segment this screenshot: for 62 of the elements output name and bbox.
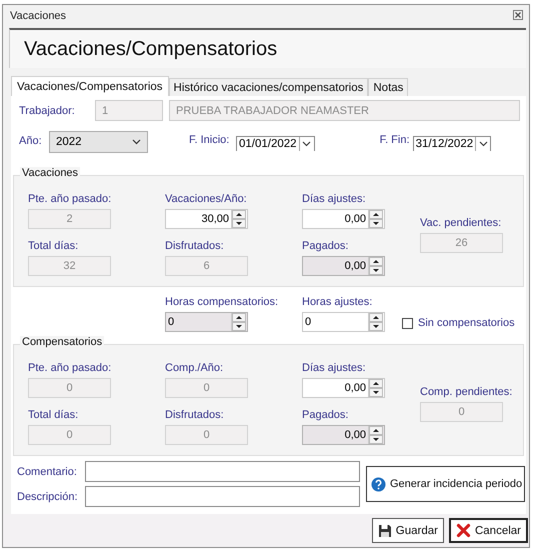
chevron-icon xyxy=(475,137,490,151)
input-field: 1 xyxy=(95,100,163,121)
field-label: F. Inicio: xyxy=(189,134,230,146)
input-field: 0 xyxy=(165,425,248,445)
field-label: Año: xyxy=(18,135,43,147)
input-field: 0 xyxy=(28,425,111,445)
group-title: Vacaciones xyxy=(20,167,80,179)
cross-icon xyxy=(456,523,471,538)
spinner-control[interactable] xyxy=(368,210,383,228)
input-field: 2 xyxy=(28,209,111,229)
cancel-button[interactable]: Cancelar xyxy=(448,518,528,543)
field-label: Días ajustes: xyxy=(302,361,366,375)
field-label: Pagados: xyxy=(302,239,348,253)
save-button[interactable]: Guardar xyxy=(372,518,444,543)
page-heading: Vacaciones/Compensatorios xyxy=(24,38,278,60)
group-title: Compensatorios xyxy=(20,336,104,348)
window-title: Vacaciones xyxy=(10,10,66,22)
checkbox[interactable]: Sin compensatorios xyxy=(402,317,515,329)
input-field: 0 xyxy=(28,378,111,398)
tab[interactable]: Histórico vacaciones/compensatorios xyxy=(168,78,368,96)
chevron-icon xyxy=(132,139,141,145)
field-label: Trabajador: xyxy=(18,104,76,116)
field-label: F. Fin: xyxy=(380,134,411,146)
tab[interactable]: Notas xyxy=(368,78,408,96)
spinner-control[interactable] xyxy=(368,379,383,397)
field-label: Total días: xyxy=(28,239,78,253)
input-field[interactable]: 0,00 xyxy=(302,209,385,229)
field-label: Vac. pendientes: xyxy=(420,216,502,230)
field-label: Total días: xyxy=(28,408,78,422)
input-field: 6 xyxy=(165,256,248,276)
spinner-control[interactable] xyxy=(231,210,246,228)
field-label: Disfrutados: xyxy=(165,239,224,253)
input-field: 0 xyxy=(420,402,503,422)
input-field[interactable] xyxy=(85,486,360,507)
field-label: Pte. año pasado: xyxy=(28,192,112,206)
year-dropdown[interactable]: 2022 xyxy=(49,131,148,153)
input-field[interactable]: 0,00 xyxy=(302,378,385,398)
input-field[interactable]: 0 xyxy=(302,312,385,332)
field-label: Días ajustes: xyxy=(302,192,366,206)
field-label: Vacaciones/Año: xyxy=(165,192,247,206)
close-icon[interactable] xyxy=(513,10,523,22)
field-label: Pagados: xyxy=(302,408,348,422)
field-label: Comentario: xyxy=(17,466,78,478)
date-picker[interactable]: 31/12/2022 xyxy=(412,136,492,151)
input-field: 32 xyxy=(28,256,111,276)
field-label: Comp./Año: xyxy=(165,361,224,375)
input-field: 26 xyxy=(420,232,503,252)
field-label: Horas compensatorios: xyxy=(165,295,278,309)
date-picker[interactable]: 01/01/2022 xyxy=(236,136,315,151)
field-label: Horas ajustes: xyxy=(302,295,372,309)
input-field: 0 xyxy=(165,378,248,398)
generate-button[interactable]: Generar incidencia periodo xyxy=(366,466,525,502)
input-field: PRUEBA TRABAJADOR NEAMASTER xyxy=(169,100,520,121)
field-label: Descripción: xyxy=(17,490,79,502)
field-label: Disfrutados: xyxy=(165,408,224,422)
spinner-control[interactable] xyxy=(368,313,383,331)
field-label: Comp. pendientes: xyxy=(420,384,512,398)
input-field[interactable]: 30,00 xyxy=(165,209,248,229)
tab[interactable]: Vacaciones/Compensatorios xyxy=(11,76,169,96)
help-icon xyxy=(371,476,386,492)
input-field[interactable] xyxy=(85,461,360,482)
field-label: Pte. año pasado: xyxy=(28,361,112,375)
